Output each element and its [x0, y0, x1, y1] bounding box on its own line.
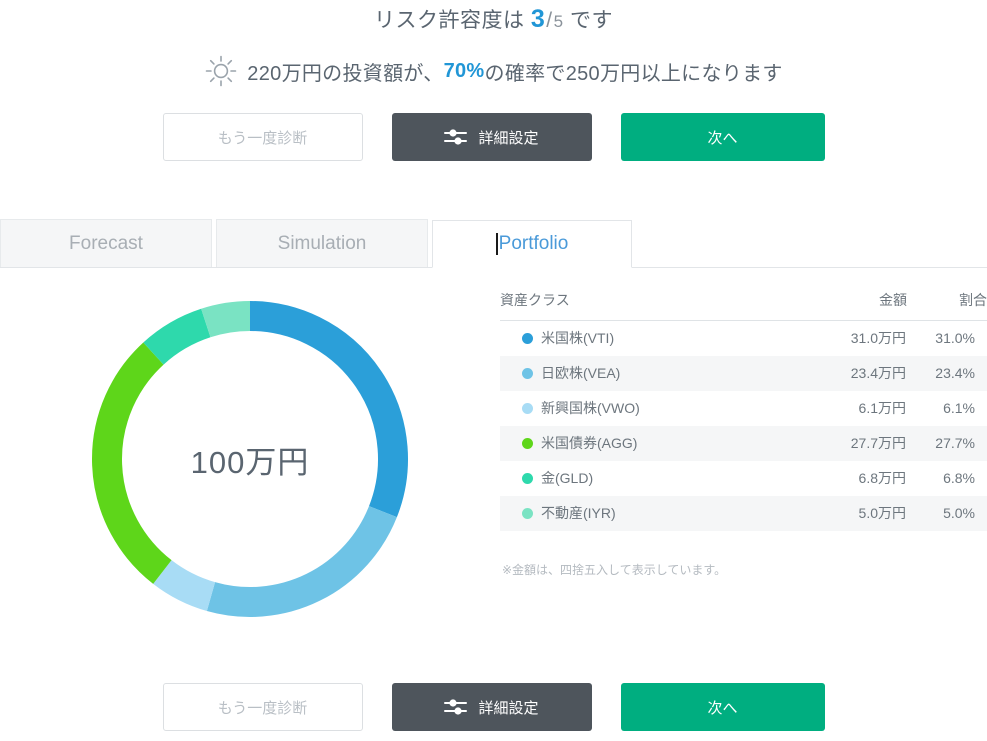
table-row: 新興国株(VWO) 6.1万円 6.1% — [500, 391, 987, 426]
donut-center-total: 100万円 — [190, 444, 310, 480]
action-button-row-bottom: もう一度診断 詳細設定 次へ — [0, 683, 987, 731]
asset-class-cell: 不動産(IYR) — [500, 496, 797, 531]
tab-simulation-label: Simulation — [277, 232, 367, 254]
asset-class-label: 米国株(VTI) — [541, 330, 615, 347]
rediagnose-button-bottom[interactable]: もう一度診断 — [162, 683, 363, 731]
allocation-table-body: 米国株(VTI) 31.0万円 31.0% 日欧株(VEA) 23.4万円 23.4% 新興… — [500, 321, 987, 531]
ratio-cell: 5.0% — [943, 505, 975, 521]
asset-class-label: 日欧株(VEA) — [541, 365, 621, 381]
legend-dot-icon — [522, 508, 533, 519]
legend-dot-icon — [522, 368, 533, 379]
asset-class-cell: 金(GLD) — [500, 461, 797, 496]
advanced-settings-button-bottom-label: 詳細設定 — [478, 699, 539, 717]
advanced-settings-button[interactable]: 詳細設定 — [391, 113, 592, 161]
asset-class-label: 金(GLD) — [541, 470, 594, 486]
asset-class-label: 新興国株(VWO) — [541, 400, 640, 416]
tab-forecast-label: Forecast — [69, 232, 143, 254]
risk-slash: / — [546, 9, 553, 32]
allocation-table-container: 資産クラス 金額 割合 米国株(VTI) 31.0万円 31.0% 日欧株(VEA) 2… — [500, 276, 987, 632]
amount-cell: 31.0万円 — [850, 330, 906, 347]
page-title: リスク許容度は 3/5 です — [0, 0, 987, 34]
table-row: 米国債券(AGG) 27.7万円 27.7% — [500, 425, 987, 461]
next-button-bottom[interactable]: 次へ — [620, 683, 825, 731]
table-header-row: 資産クラス 金額 割合 — [500, 282, 987, 321]
portfolio-panel: 100万円 資産クラス 金額 割合 米国株(VTI) 31.0万円 31.0% 日欧株… — [0, 268, 987, 632]
allocation-table-head: 資産クラス 金額 割合 — [500, 282, 987, 321]
sliders-icon — [444, 699, 468, 715]
rounding-note: ※金額は、四捨五入して表示しています。 — [502, 562, 727, 577]
tab-simulation[interactable]: Simulation — [216, 219, 428, 267]
next-button[interactable]: 次へ — [620, 113, 825, 161]
advanced-settings-button-label: 詳細設定 — [478, 129, 539, 147]
sun-icon — [205, 55, 237, 87]
text-cursor — [495, 233, 498, 255]
legend-dot-icon — [522, 403, 533, 414]
allocation-table: 資産クラス 金額 割合 米国株(VTI) 31.0万円 31.0% 日欧株(VEA) 2… — [500, 282, 987, 531]
tab-portfolio-label: Portfolio — [498, 233, 569, 254]
forecast-text-after: の確率で250万円以上になります — [484, 62, 783, 85]
next-button-label: 次へ — [707, 129, 738, 147]
column-header-asset-class: 資産クラス — [500, 282, 797, 321]
next-button-bottom-label: 次へ — [707, 699, 738, 717]
advanced-settings-button-bottom[interactable]: 詳細設定 — [391, 683, 592, 731]
amount-cell: 27.7万円 — [850, 435, 906, 451]
allocation-donut-chart: 100万円 — [77, 286, 423, 632]
asset-class-cell: 新興国株(VWO) — [500, 391, 797, 426]
forecast-text-before: 220万円の投資額が、 — [247, 62, 444, 85]
asset-class-cell: 日欧株(VEA) — [500, 356, 797, 391]
asset-class-cell: 米国債券(AGG) — [500, 426, 797, 461]
asset-class-cell: 米国株(VTI) — [500, 321, 797, 356]
table-row: 不動産(IYR) 5.0万円 5.0% — [500, 495, 987, 531]
column-header-ratio: 割合 — [907, 282, 987, 321]
risk-prefix-text: リスク許容度は — [374, 9, 525, 32]
ratio-cell: 27.7% — [935, 435, 975, 451]
rediagnose-button[interactable]: もう一度診断 — [162, 113, 363, 161]
forecast-summary: 220万円の投資額が、 70% の確率で250万円以上になります — [0, 54, 987, 88]
amount-cell: 6.8万円 — [858, 470, 906, 486]
forecast-probability: 70% — [443, 59, 485, 82]
rediagnose-button-bottom-label: もう一度診断 — [217, 699, 308, 717]
legend-dot-icon — [522, 333, 533, 345]
table-row: 日欧株(VEA) 23.4万円 23.4% — [500, 355, 987, 391]
ratio-cell: 31.0% — [935, 330, 975, 347]
asset-class-label: 不動産(IYR) — [541, 505, 616, 521]
amount-cell: 6.1万円 — [858, 400, 906, 416]
donut-chart-container: 100万円 — [0, 276, 500, 632]
sliders-icon — [444, 129, 468, 145]
table-row: 米国株(VTI) 31.0万円 31.0% — [500, 321, 987, 356]
risk-level-value: 3 — [530, 5, 546, 33]
tab-bar: Forecast Simulation Portfolio — [0, 219, 987, 268]
rediagnose-button-label: もう一度診断 — [217, 129, 308, 147]
amount-cell: 5.0万円 — [858, 505, 906, 521]
risk-suffix-text: です — [569, 9, 613, 32]
ratio-cell: 6.1% — [943, 400, 975, 416]
tab-forecast[interactable]: Forecast — [0, 219, 212, 267]
legend-dot-icon — [522, 438, 533, 449]
ratio-cell: 6.8% — [943, 470, 975, 486]
asset-class-label: 米国債券(AGG) — [541, 435, 638, 451]
legend-dot-icon — [522, 473, 533, 484]
action-button-row-top: もう一度診断 詳細設定 次へ — [0, 113, 987, 161]
table-row: 金(GLD) 6.8万円 6.8% — [500, 461, 987, 496]
risk-max-value: 5 — [553, 12, 564, 31]
ratio-cell: 23.4% — [935, 365, 975, 381]
column-header-amount: 金額 — [797, 282, 907, 321]
amount-cell: 23.4万円 — [850, 365, 906, 381]
tab-portfolio[interactable]: Portfolio — [432, 220, 632, 268]
